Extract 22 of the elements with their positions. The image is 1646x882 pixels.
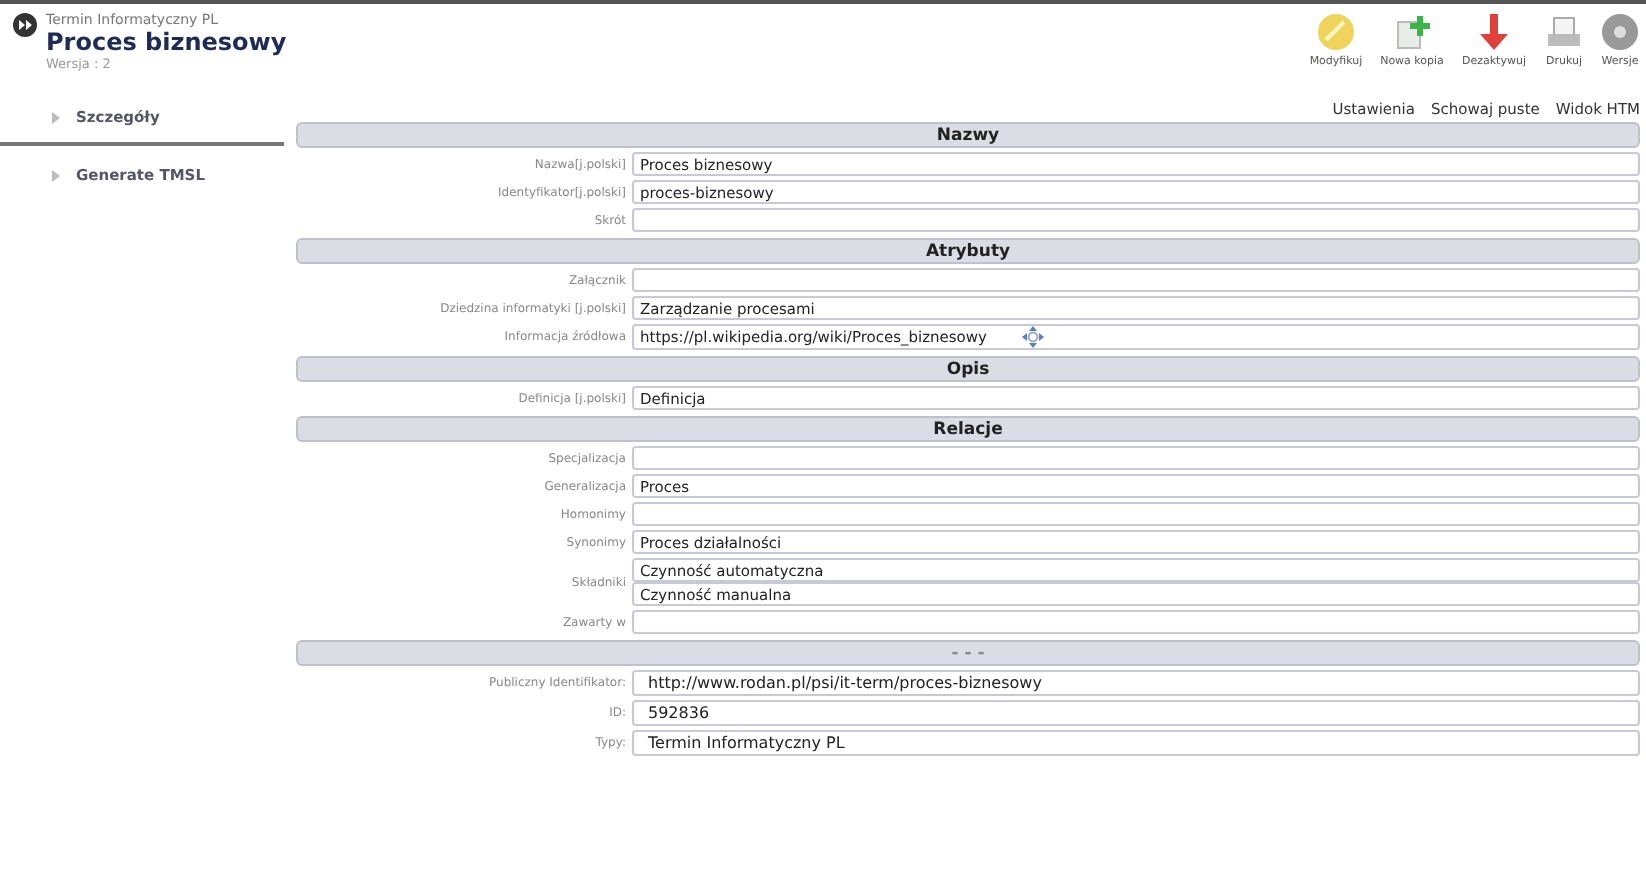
expand-arrow-icon [52,169,60,181]
printer-icon [1544,12,1584,52]
section-header: - - - [296,640,1640,666]
pencil-circle-icon [1316,12,1356,52]
value-field[interactable] [632,610,1640,634]
value-field[interactable]: Termin Informatyczny PL [632,730,1640,756]
value-field[interactable]: http://www.rodan.pl/psi/it-term/proces-biznesowy [632,670,1640,696]
section-header: Nazwy [296,122,1640,148]
down-arrow-icon [1474,12,1514,52]
page-title: Proces biznesowy [46,28,287,56]
value-field[interactable] [632,446,1640,470]
value-field[interactable] [632,268,1640,292]
section-header: Relacje [296,416,1640,442]
section-header: Opis [296,356,1640,382]
new-document-icon [1392,12,1432,52]
expand-arrow-icon [52,111,60,123]
logo-icon [12,12,38,38]
disc-icon [1600,12,1640,52]
value-field[interactable] [632,208,1640,232]
value-field[interactable]: 592836 [632,700,1640,726]
section-header: Atrybuty [296,238,1640,264]
value-field[interactable] [632,502,1640,526]
